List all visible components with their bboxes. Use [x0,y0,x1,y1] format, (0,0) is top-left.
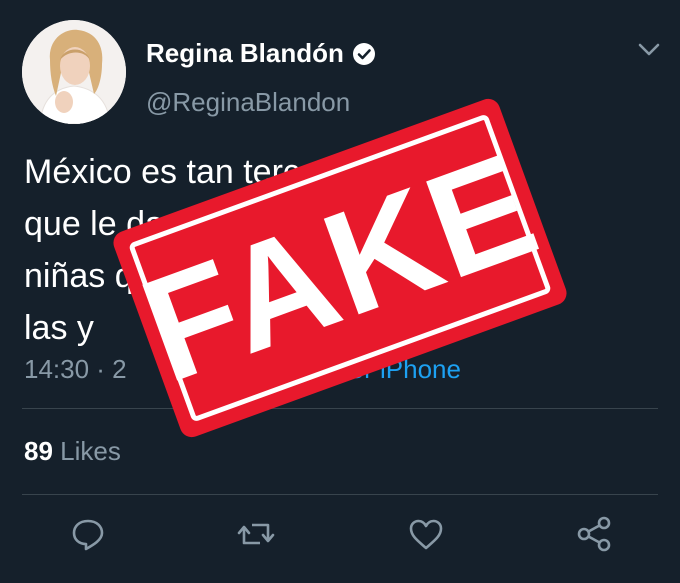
profile-avatar[interactable] [22,20,126,124]
heart-icon[interactable] [406,514,446,554]
likes-label: Likes [60,436,121,466]
avatar-image [22,20,126,124]
likes-count: 89 [24,436,53,466]
reply-icon[interactable] [68,514,108,554]
likes-stat[interactable]: 89 Likes [24,436,121,467]
tweet-actions [0,514,680,560]
user-display-name[interactable]: Regina Blandón [146,38,344,69]
chevron-down-icon[interactable] [636,40,662,60]
divider [22,494,658,495]
verified-badge-icon [352,42,375,65]
user-display-name-row[interactable]: Regina Blandón [146,38,376,69]
retweet-icon[interactable] [236,514,276,554]
tweet-timestamp[interactable]: 14:30 · 2 [24,354,127,384]
share-icon[interactable] [574,514,614,554]
divider [22,408,658,409]
user-handle[interactable]: @ReginaBlandon [146,87,350,118]
